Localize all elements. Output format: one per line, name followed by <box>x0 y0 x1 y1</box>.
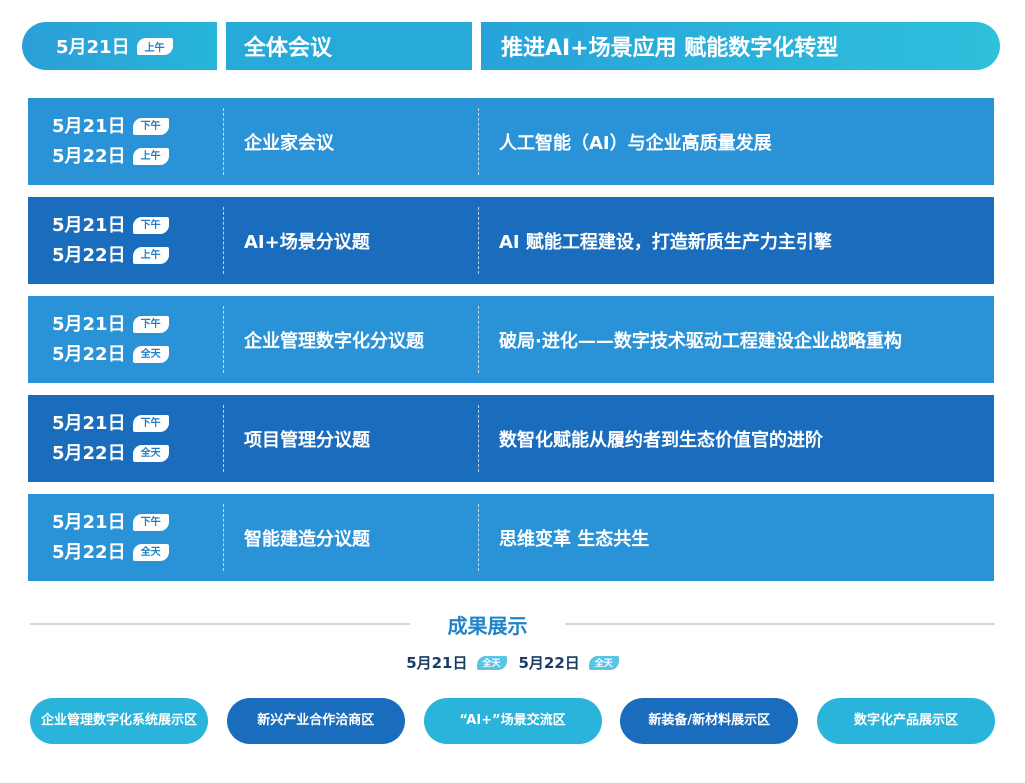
session-date: 5月22日 <box>52 343 126 365</box>
plenary-date: 5月21日 <box>56 37 130 58</box>
period-tag: 下午 <box>132 514 169 531</box>
header-rule-right <box>565 623 995 625</box>
divider <box>478 108 479 175</box>
divider <box>223 504 224 571</box>
header-rule-left <box>30 623 410 625</box>
exhibition-date: 5月21日 <box>406 654 468 672</box>
session-row: 5月21日 下午 5月22日 上午 AI+场景分议题 AI 赋能工程建设，打造新质生… <box>28 197 994 284</box>
divider <box>223 108 224 175</box>
period-tag: 上午 <box>132 247 169 264</box>
hall-pill: 新兴产业合作洽商区 <box>226 698 405 744</box>
hall-pill: 新装备/新材料展示区 <box>620 698 799 744</box>
period-tag: 全天 <box>132 445 169 462</box>
session-row: 5月21日 下午 5月22日 上午 企业家会议 人工智能（AI）与企业高质量发展 <box>28 98 994 185</box>
session-name: 智能建造分议题 <box>244 528 370 550</box>
period-tag: 下午 <box>132 118 169 135</box>
plenary-period-tag: 上午 <box>136 37 173 55</box>
period-tag: 上午 <box>132 148 169 165</box>
session-date: 5月22日 <box>52 145 126 167</box>
exhibition-header: 成果展示 <box>30 610 995 638</box>
session-date: 5月22日 <box>52 442 126 464</box>
exhibition-date: 5月22日 <box>518 654 580 672</box>
divider <box>478 306 479 373</box>
divider <box>223 306 224 373</box>
plenary-theme: 推进AI+场景应用 赋能数字化转型 <box>481 22 1000 70</box>
session-name: AI+场景分议题 <box>244 231 370 253</box>
divider <box>478 207 479 274</box>
session-theme: 数智化赋能从履约者到生态价值官的进阶 <box>499 429 823 451</box>
hall-pill: “AI+”场景交流区 <box>423 698 602 744</box>
session-name: 项目管理分议题 <box>244 429 370 451</box>
session-theme: 人工智能（AI）与企业高质量发展 <box>499 132 772 154</box>
period-tag: 下午 <box>132 316 169 333</box>
hall-pill: 企业管理数字化系统展示区 <box>30 698 208 744</box>
session-theme: 思维变革 生态共生 <box>499 528 650 550</box>
plenary-banner: 5月21日 上午 全体会议 推进AI+场景应用 赋能数字化转型 <box>22 22 1000 70</box>
session-date: 5月21日 <box>52 412 126 434</box>
period-tag: 下午 <box>132 415 169 432</box>
session-date: 5月22日 <box>52 541 126 563</box>
session-date: 5月21日 <box>52 511 126 533</box>
session-date: 5月21日 <box>52 313 126 335</box>
divider <box>223 207 224 274</box>
session-date: 5月21日 <box>52 214 126 236</box>
exhibition-title: 成果展示 <box>447 614 528 638</box>
divider <box>478 504 479 571</box>
session-dates: 5月21日 下午 5月22日 上午 <box>28 211 223 271</box>
period-tag: 全天 <box>588 655 619 670</box>
session-dates: 5月21日 下午 5月22日 全天 <box>28 409 223 469</box>
session-list: 5月21日 下午 5月22日 上午 企业家会议 人工智能（AI）与企业高质量发展 5… <box>28 98 994 593</box>
exhibition-halls: 企业管理数字化系统展示区 新兴产业合作洽商区 “AI+”场景交流区 新装备/新材… <box>30 698 995 744</box>
plenary-title: 全体会议 <box>226 22 472 70</box>
session-theme: 破局·进化——数字技术驱动工程建设企业战略重构 <box>499 330 902 352</box>
period-tag: 下午 <box>132 217 169 234</box>
session-row: 5月21日 下午 5月22日 全天 项目管理分议题 数智化赋能从履约者到生态价值官的… <box>28 395 994 482</box>
divider <box>223 405 224 472</box>
session-name: 企业管理数字化分议题 <box>244 330 424 352</box>
plenary-date-cell: 5月21日 上午 <box>22 22 217 70</box>
session-date: 5月22日 <box>52 244 126 266</box>
exhibition-dates: 5月21日 全天 5月22日 全天 <box>0 652 1025 673</box>
session-theme: AI 赋能工程建设，打造新质生产力主引擎 <box>499 231 832 253</box>
period-tag: 全天 <box>132 346 169 363</box>
divider <box>478 405 479 472</box>
session-dates: 5月21日 下午 5月22日 上午 <box>28 112 223 172</box>
period-tag: 全天 <box>132 544 169 561</box>
session-row: 5月21日 下午 5月22日 全天 企业管理数字化分议题 破局·进化——数字技术驱动… <box>28 296 994 383</box>
session-row: 5月21日 下午 5月22日 全天 智能建造分议题 思维变革 生态共生 <box>28 494 994 581</box>
hall-pill: 数字化产品展示区 <box>817 698 995 744</box>
session-name: 企业家会议 <box>244 132 334 154</box>
session-date: 5月21日 <box>52 115 126 137</box>
session-dates: 5月21日 下午 5月22日 全天 <box>28 310 223 370</box>
session-dates: 5月21日 下午 5月22日 全天 <box>28 508 223 568</box>
period-tag: 全天 <box>476 655 507 670</box>
